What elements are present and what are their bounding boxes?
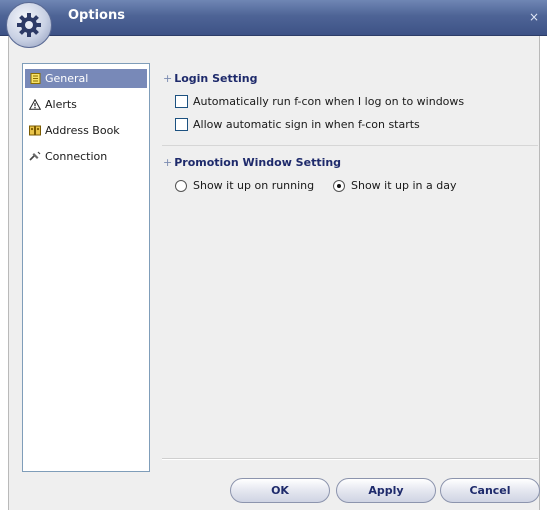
gear-icon xyxy=(6,2,52,48)
bullet-icon: + xyxy=(163,156,173,169)
window-title: Options xyxy=(68,8,125,23)
show-in-a-day-radio[interactable] xyxy=(333,179,345,192)
auto-sign-in-checkbox[interactable] xyxy=(175,118,188,131)
promotion-setting-heading: + Promotion Window Setting xyxy=(163,156,341,169)
auto-run-label: Automatically run f-con when I log on to… xyxy=(193,95,465,108)
auto-run-option[interactable]: Automatically run f-con when I log on to… xyxy=(175,95,464,108)
title-bar[interactable]: Options × xyxy=(0,0,547,36)
footer-divider xyxy=(162,458,538,460)
show-in-a-day-label: Show it up in a day xyxy=(351,179,457,192)
close-button[interactable]: × xyxy=(527,10,541,24)
show-on-running-label: Show it up on running xyxy=(193,179,315,192)
sidebar-item-label: Connection xyxy=(45,150,108,163)
show-on-running-radio[interactable] xyxy=(175,179,187,192)
promotion-setting-title: Promotion Window Setting xyxy=(174,156,342,169)
sidebar-item-general[interactable]: General xyxy=(25,69,147,88)
sidebar-item-alerts[interactable]: Alerts xyxy=(25,95,147,114)
section-divider xyxy=(162,145,538,146)
sidebar-item-label: General xyxy=(45,72,89,85)
connection-icon xyxy=(29,151,41,163)
apply-button[interactable]: Apply xyxy=(336,478,436,503)
sidebar-item-address-book[interactable]: Address Book xyxy=(25,121,147,140)
page-icon xyxy=(29,73,41,85)
cancel-button[interactable]: Cancel xyxy=(440,478,540,503)
sidebar-item-label: Alerts xyxy=(45,98,77,111)
warning-icon xyxy=(29,99,41,111)
category-list[interactable]: General Alerts Address Book Connection xyxy=(22,63,150,472)
sidebar-item-connection[interactable]: Connection xyxy=(25,147,147,166)
auto-sign-in-label: Allow automatic sign in when f-con start… xyxy=(193,118,420,131)
login-setting-title: Login Setting xyxy=(174,72,258,85)
auto-run-checkbox[interactable] xyxy=(175,95,188,108)
address-book-icon xyxy=(29,125,41,137)
auto-sign-in-option[interactable]: Allow automatic sign in when f-con start… xyxy=(175,118,420,131)
show-on-running-option[interactable]: Show it up on running xyxy=(175,179,314,192)
login-setting-heading: + Login Setting xyxy=(163,72,257,85)
sidebar-item-label: Address Book xyxy=(45,124,120,137)
ok-button[interactable]: OK xyxy=(230,478,330,503)
show-in-a-day-option[interactable]: Show it up in a day xyxy=(333,179,457,192)
bullet-icon: + xyxy=(163,72,173,85)
